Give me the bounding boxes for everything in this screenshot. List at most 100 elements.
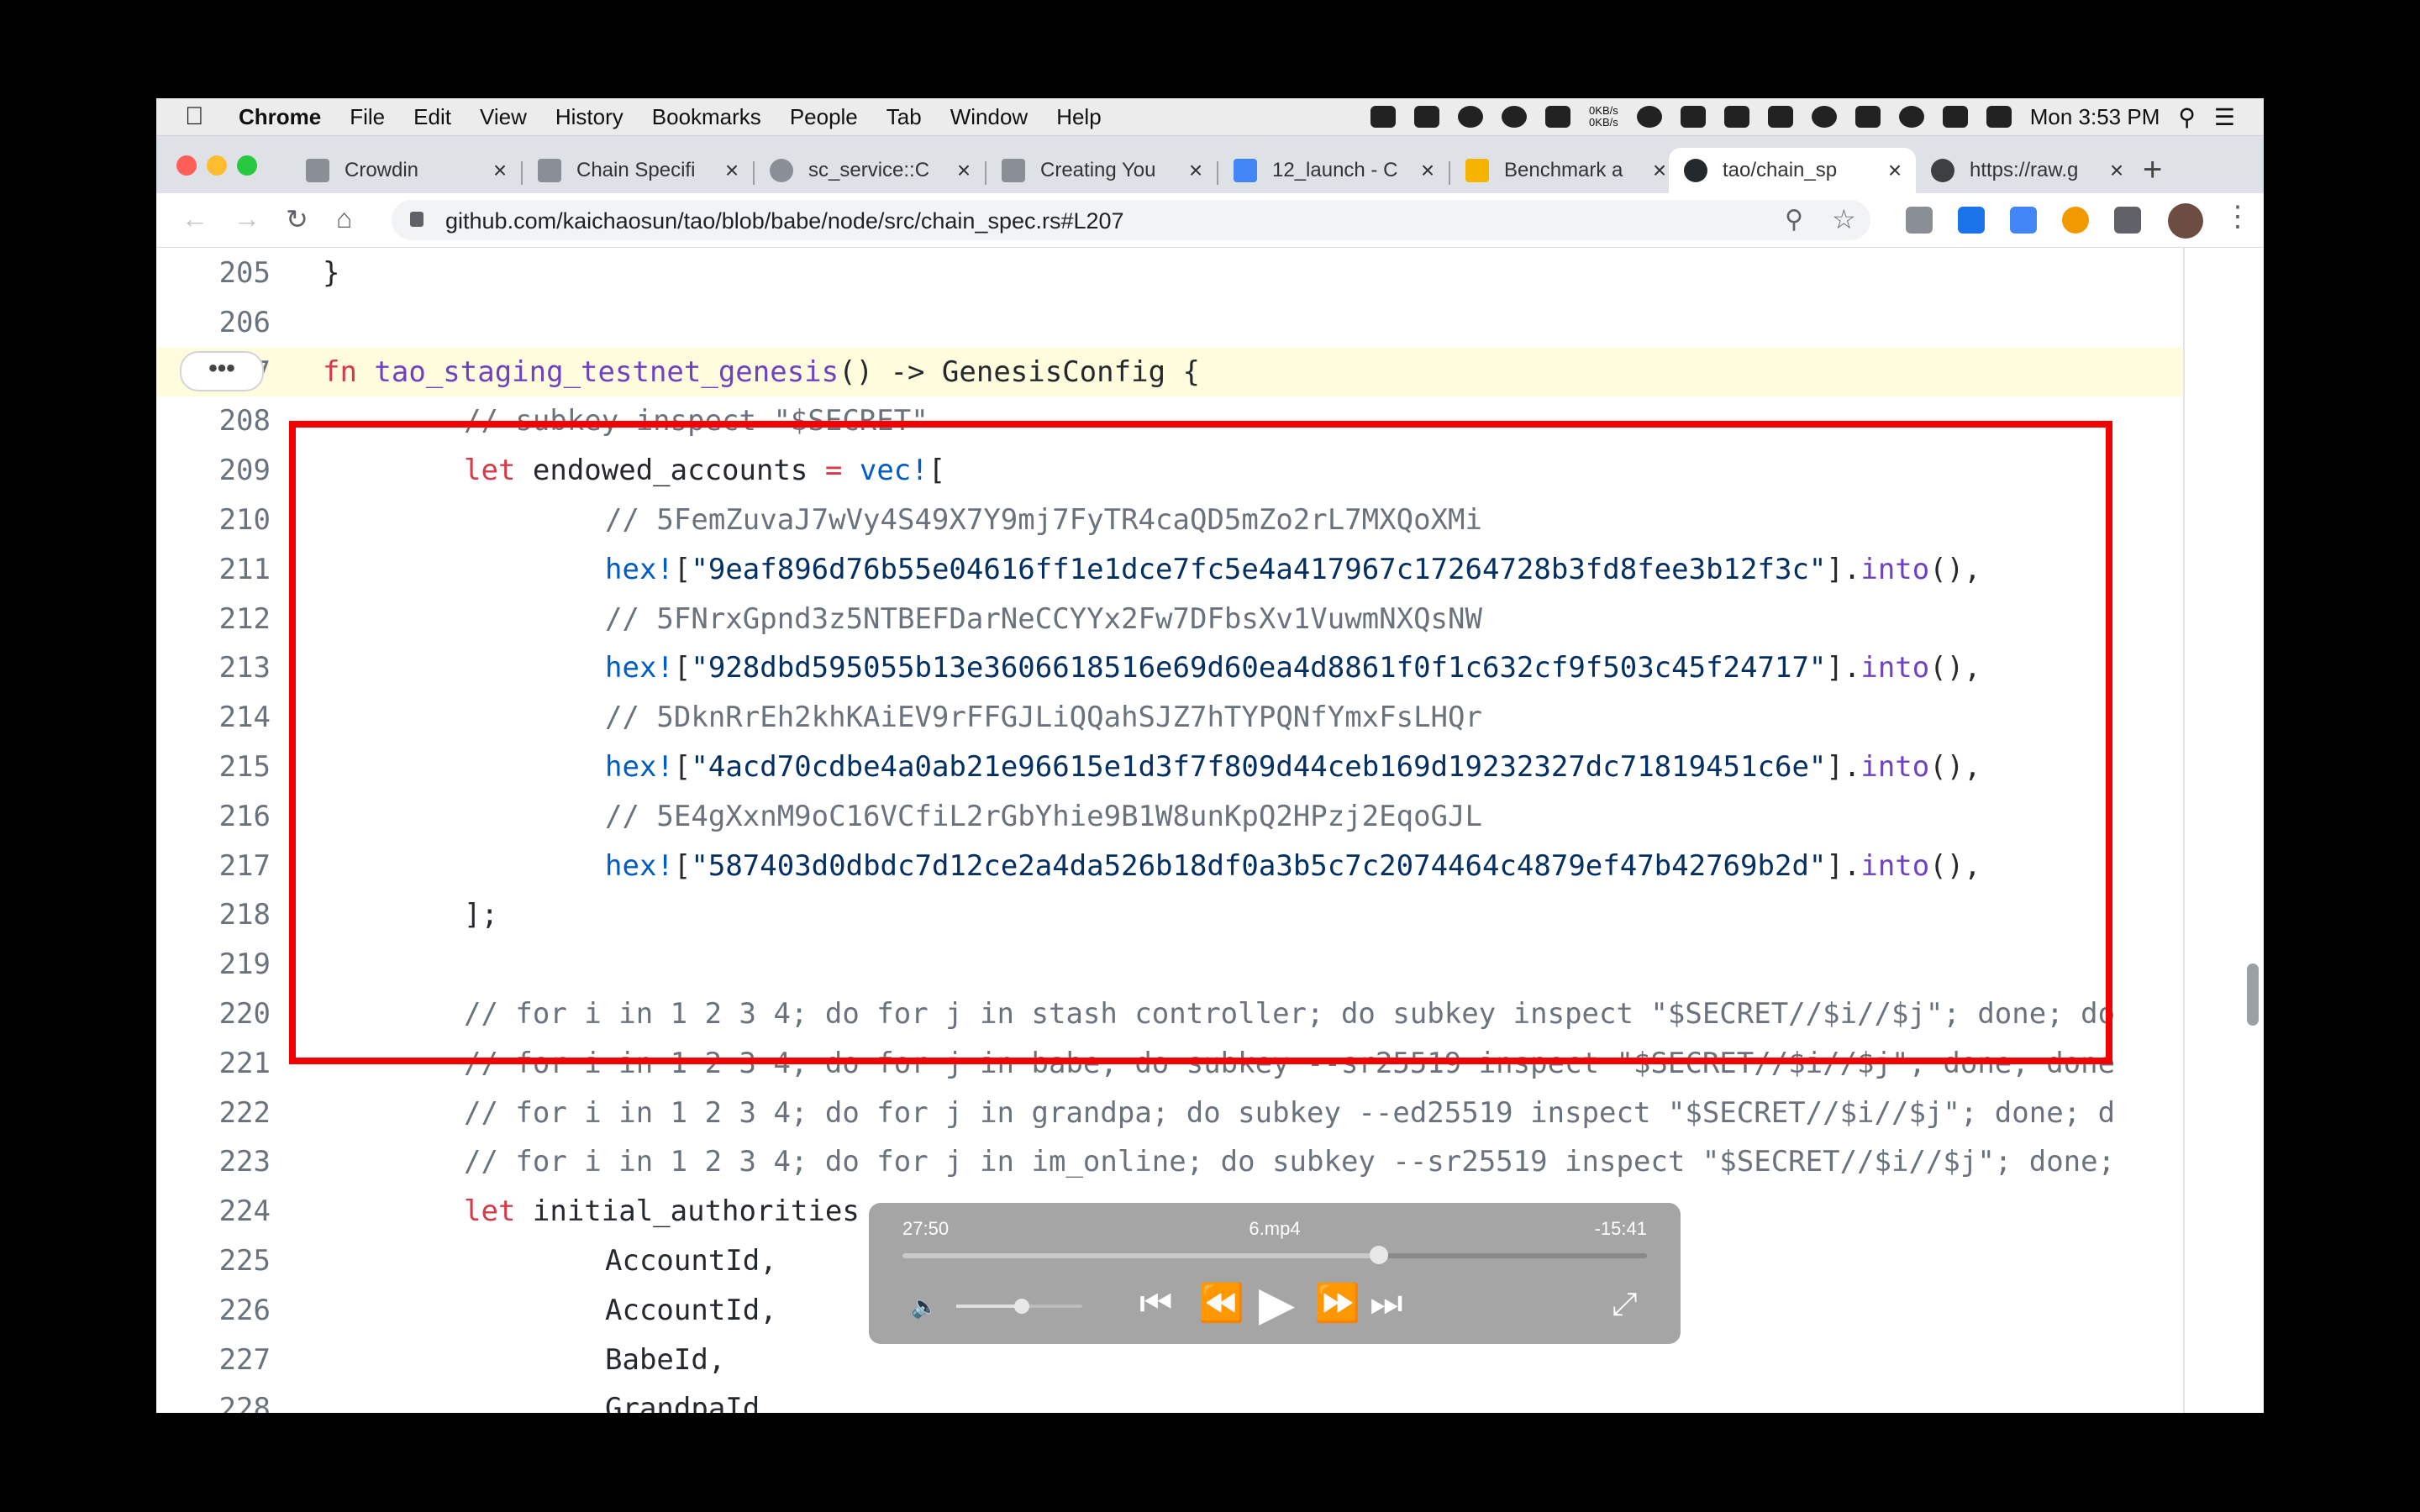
menu-file[interactable]: File bbox=[350, 104, 385, 130]
calendar-extension-icon[interactable] bbox=[1958, 207, 1985, 234]
fast-forward-icon[interactable]: ⏩ bbox=[1314, 1278, 1360, 1329]
tab-benchmark[interactable]: Benchmark a × bbox=[1450, 148, 1681, 193]
line-number[interactable]: 212 bbox=[156, 595, 271, 643]
tab-close-icon[interactable]: × bbox=[1181, 157, 1210, 184]
tab-close-icon[interactable]: × bbox=[2102, 157, 2131, 184]
input-method-icon[interactable] bbox=[1723, 106, 1749, 128]
battery-status-icon[interactable] bbox=[1636, 106, 1662, 128]
line-number[interactable]: 227 bbox=[156, 1336, 271, 1384]
spotlight-search-icon[interactable]: ⚲ bbox=[2178, 103, 2196, 131]
camera-extension-icon[interactable] bbox=[1906, 207, 1933, 234]
line-number[interactable]: 213 bbox=[156, 643, 271, 692]
line-number[interactable]: 205 bbox=[156, 249, 271, 297]
info-icon[interactable] bbox=[1811, 106, 1837, 128]
apple-menu-icon[interactable]:  bbox=[185, 102, 213, 131]
reload-icon[interactable]: ↻ bbox=[286, 203, 308, 235]
seek-handle[interactable] bbox=[1370, 1246, 1389, 1264]
new-tab-button[interactable]: + bbox=[2143, 151, 2162, 189]
notification-center-icon[interactable]: ☰ bbox=[2214, 103, 2235, 131]
line-number[interactable]: 218 bbox=[156, 890, 271, 939]
chrome-menu-icon[interactable]: ⋮ bbox=[2223, 200, 2252, 234]
screen-record-icon[interactable] bbox=[1767, 106, 1793, 128]
tab-creating-your[interactable]: Creating You × bbox=[986, 148, 1217, 193]
scrollbar-track[interactable] bbox=[2183, 248, 2264, 1413]
tab-close-icon[interactable]: × bbox=[486, 157, 514, 184]
line-actions-button[interactable]: ••• bbox=[180, 351, 264, 391]
lock-icon[interactable] bbox=[410, 212, 424, 227]
line-number[interactable]: 219 bbox=[156, 940, 271, 989]
menu-chrome[interactable]: Chrome bbox=[239, 104, 321, 130]
menu-edit[interactable]: Edit bbox=[413, 104, 451, 130]
arrow-icon[interactable] bbox=[1680, 106, 1706, 128]
tab-close-icon[interactable]: × bbox=[1413, 157, 1442, 184]
line-number[interactable]: 216 bbox=[156, 792, 271, 841]
network-monitor[interactable]: 0KB/s 0KB/s bbox=[1589, 105, 1618, 129]
line-number[interactable]: 214 bbox=[156, 693, 271, 742]
translate-extension-icon[interactable] bbox=[2010, 207, 2037, 234]
line-number[interactable]: 208 bbox=[156, 396, 271, 445]
scrivener-icon[interactable] bbox=[1986, 106, 2012, 128]
tab-chain-spec[interactable]: Chain Specifi × bbox=[523, 148, 753, 193]
play-icon[interactable]: ▶ bbox=[1259, 1278, 1295, 1329]
volume-icon[interactable]: 🔈 bbox=[911, 1294, 938, 1320]
line-number[interactable]: 222 bbox=[156, 1089, 271, 1137]
line-number[interactable]: 209 bbox=[156, 446, 271, 495]
rewind-icon[interactable]: ⏪ bbox=[1198, 1278, 1244, 1329]
line-number[interactable]: 221 bbox=[156, 1039, 271, 1088]
line-number[interactable]: 223 bbox=[156, 1137, 271, 1186]
forward-icon[interactable]: → bbox=[234, 203, 260, 234]
url-text[interactable]: github.com/kaichaosun/tao/blob/babe/node… bbox=[445, 208, 1124, 234]
volume-icon[interactable] bbox=[1854, 106, 1881, 128]
close-window-button[interactable] bbox=[176, 155, 197, 176]
skip-to-end-icon[interactable]: ⏭ bbox=[1370, 1278, 1403, 1329]
tab-crowdin[interactable]: Crowdin × bbox=[291, 148, 521, 193]
zoom-icon[interactable]: ⚲ bbox=[1785, 205, 1803, 234]
tab-raw-github[interactable]: https://raw.g × bbox=[1916, 148, 2138, 193]
line-number[interactable]: 224 bbox=[156, 1187, 271, 1236]
tab-tao-chain-spec[interactable]: tao/chain_sp × bbox=[1669, 148, 1916, 193]
skip-to-start-icon[interactable]: ⏮ bbox=[1139, 1278, 1173, 1329]
menu-tab[interactable]: Tab bbox=[886, 104, 922, 130]
line-number[interactable]: 215 bbox=[156, 743, 271, 791]
minimize-window-button[interactable] bbox=[207, 155, 227, 176]
exit-fullscreen-icon[interactable]: ⤢ bbox=[1612, 1287, 1637, 1323]
zoom-window-button[interactable] bbox=[237, 155, 257, 176]
line-number[interactable]: 211 bbox=[156, 545, 271, 594]
clock-text[interactable]: Mon 3:53 PM bbox=[2030, 104, 2160, 130]
honey-extension-icon[interactable] bbox=[2062, 207, 2089, 234]
menu-bookmarks[interactable]: Bookmarks bbox=[652, 104, 761, 130]
line-number[interactable]: 228 bbox=[156, 1384, 271, 1413]
tab-close-icon[interactable]: × bbox=[1881, 157, 1909, 184]
menu-people[interactable]: People bbox=[790, 104, 858, 130]
bookmark-star-icon[interactable]: ☆ bbox=[1832, 203, 1856, 235]
address-bar[interactable]: github.com/kaichaosun/tao/blob/babe/node… bbox=[392, 200, 1870, 240]
line-number[interactable]: 217 bbox=[156, 842, 271, 890]
line-number[interactable]: 206 bbox=[156, 298, 271, 347]
volume-handle[interactable] bbox=[1014, 1299, 1029, 1314]
volume-slider[interactable] bbox=[956, 1299, 1082, 1314]
tab-close-icon[interactable]: × bbox=[718, 157, 746, 184]
back-icon[interactable]: ← bbox=[182, 203, 208, 234]
menu-history[interactable]: History bbox=[555, 104, 623, 130]
battery-icon[interactable] bbox=[1942, 106, 1968, 128]
tab-12-launch[interactable]: 12_launch - C × bbox=[1218, 148, 1449, 193]
line-number[interactable]: 225 bbox=[156, 1236, 271, 1285]
menu-window[interactable]: Window bbox=[950, 104, 1028, 130]
cloud-icon[interactable] bbox=[1458, 106, 1484, 128]
home-icon[interactable]: ⌂ bbox=[336, 203, 352, 234]
line-number[interactable]: 220 bbox=[156, 990, 271, 1038]
glasses-icon[interactable] bbox=[1414, 106, 1440, 128]
tab-sc-service[interactable]: sc_service::C × bbox=[755, 148, 985, 193]
tab-close-icon[interactable]: × bbox=[950, 157, 978, 184]
cat-icon[interactable] bbox=[1545, 106, 1571, 128]
menu-view[interactable]: View bbox=[480, 104, 527, 130]
scrollbar-thumb[interactable] bbox=[2247, 963, 2259, 1026]
clock-icon[interactable] bbox=[1502, 106, 1528, 128]
profile-avatar[interactable] bbox=[2168, 203, 2203, 239]
menu-help[interactable]: Help bbox=[1056, 104, 1101, 130]
coffee-icon[interactable] bbox=[1370, 106, 1397, 128]
wifi-icon[interactable] bbox=[1898, 106, 1924, 128]
seek-bar[interactable] bbox=[902, 1246, 1647, 1264]
line-number[interactable]: 226 bbox=[156, 1286, 271, 1335]
pocket-extension-icon[interactable] bbox=[2114, 207, 2141, 234]
